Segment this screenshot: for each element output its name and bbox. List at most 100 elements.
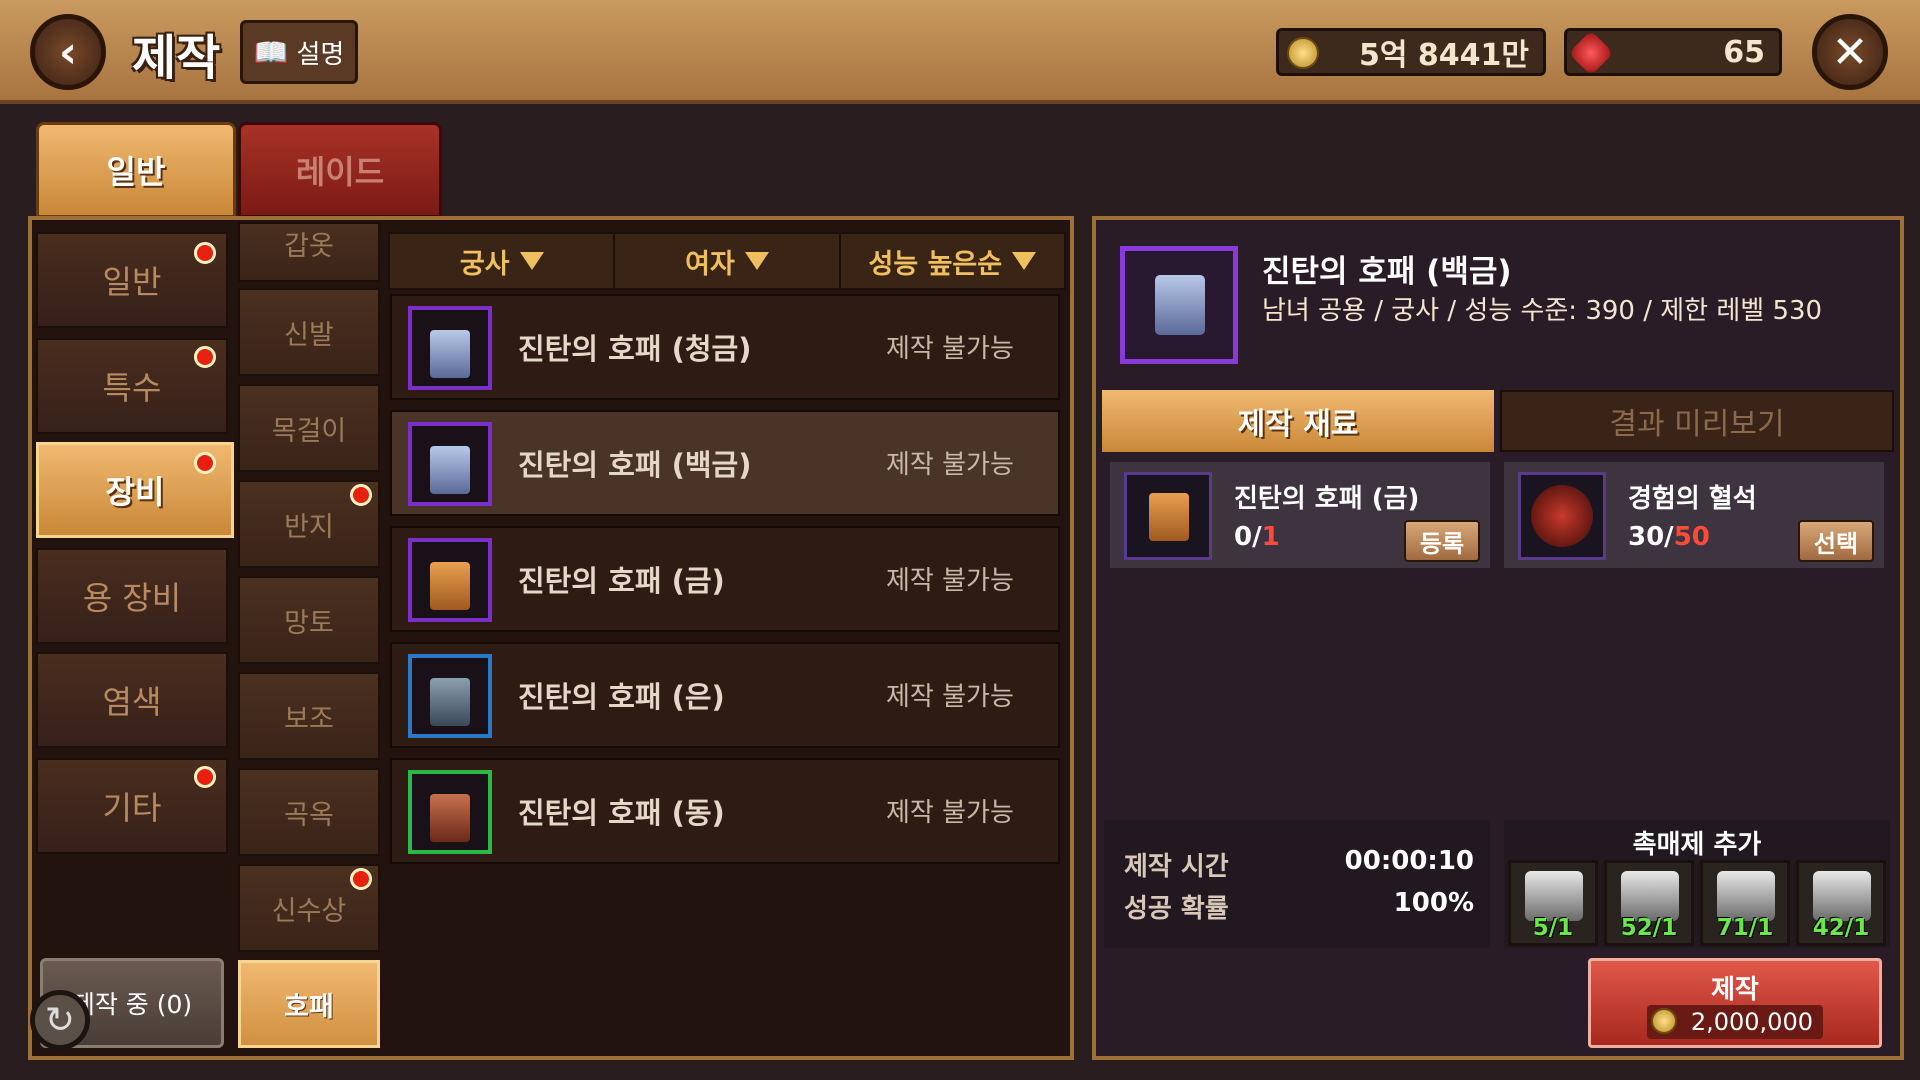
list-item[interactable]: 진탄의 호패 (청금) 제작 불가능 [390,294,1060,400]
success-rate-value: 100% [1393,888,1474,918]
dropdown-triangle-icon [1012,252,1037,270]
subcategory-hopae[interactable]: 호패 [238,960,380,1048]
tab-general[interactable]: 일반 [36,122,236,218]
subcategory-label: 목걸이 [271,415,347,447]
craft-time-value: 00:00:10 [1344,846,1474,876]
catalyst-slot[interactable]: 52/1 [1604,860,1694,946]
catalyst-icon [1621,871,1679,921]
craft-button[interactable]: 제작 2,000,000 [1588,958,1882,1048]
item-status: 제작 불가능 [886,682,1014,712]
item-status: 제작 불가능 [886,566,1014,596]
close-button[interactable]: ✕ [1812,14,1888,90]
category-label: 특수 [102,369,162,407]
item-name: 진탄의 호패 (금) [518,564,725,598]
material-count: 30/50 [1628,522,1710,552]
subcategory-label: 신발 [284,319,334,351]
subcategory-label: 곡옥 [284,799,334,831]
filter-label: 여자 [685,248,735,280]
item-name: 진탄의 호패 (백금) [518,448,752,482]
subcategory-label: 호패 [284,991,334,1023]
gold-display: 5억 8441만 [1276,28,1546,76]
register-button[interactable]: 등록 [1404,520,1480,562]
craft-info: 제작 시간 00:00:10 성공 확률 100% [1104,820,1490,948]
close-icon: ✕ [1831,26,1869,78]
subcategory-shoes[interactable]: 신발 [238,288,380,376]
catalyst-slot[interactable]: 42/1 [1796,860,1886,946]
category-label: 장비 [105,473,165,511]
select-button[interactable]: 선택 [1798,520,1874,562]
list-item[interactable]: 진탄의 호패 (동) 제작 불가능 [390,758,1060,864]
class-filter[interactable]: 궁사 [390,234,616,288]
subcategory-label: 반지 [284,511,334,543]
hopae-item-icon [408,654,492,738]
gem-display: 65 [1564,28,1782,76]
category-label: 일반 [102,263,162,301]
selected-item-name: 진탄의 호패 (백금) [1262,254,1512,290]
hopae-item-icon [408,422,492,506]
success-rate-label: 성공 확률 [1124,894,1229,924]
help-label: 설명 [296,39,345,70]
category-dragon-equipment[interactable]: 용 장비 [36,548,228,644]
subcategory-auxiliary[interactable]: 보조 [238,672,380,760]
gold-amount: 5억 8441만 [1358,38,1529,73]
refresh-icon[interactable]: ↻ [30,990,90,1050]
notification-dot [194,242,216,264]
gender-filter[interactable]: 여자 [615,234,841,288]
item-status: 제작 불가능 [886,334,1014,364]
sort-filter[interactable]: 성능 높은순 [841,234,1064,288]
category-dye[interactable]: 염색 [36,652,228,748]
category-label: 기타 [102,789,162,827]
subcategory-label: 망토 [284,607,334,639]
tab-raid[interactable]: 레이드 [238,122,442,218]
catalyst-slot[interactable]: 71/1 [1700,860,1790,946]
item-status: 제작 불가능 [886,798,1014,828]
subcategory-gogok[interactable]: 곡옥 [238,768,380,856]
catalyst-slot[interactable]: 5/1 [1508,860,1598,946]
subcategory-label: 신수상 [271,895,347,927]
craft-time-label: 제작 시간 [1124,852,1229,882]
subcategory-necklace[interactable]: 목걸이 [238,384,380,472]
list-item[interactable]: 진탄의 호패 (금) 제작 불가능 [390,526,1060,632]
notification-dot [194,452,216,474]
help-button[interactable]: 📖 설명 [240,20,358,84]
catalyst-icon [1717,871,1775,921]
selected-item-info: 남녀 공용 / 궁사 / 성능 수준: 390 / 제한 레벨 530 [1262,296,1823,326]
hopae-item-icon [408,538,492,622]
filter-label: 성능 높은순 [868,248,1003,280]
material-name: 경험의 혈석 [1628,484,1757,514]
subcategory-label: 보조 [284,703,334,735]
notification-dot [194,766,216,788]
dropdown-triangle-icon [519,252,544,270]
subcategory-armor[interactable]: 갑옷 [238,222,380,282]
craft-cost: 2,000,000 [1647,1005,1823,1039]
back-button[interactable]: ‹ [30,14,106,90]
gem-amount: 65 [1723,34,1765,70]
list-item[interactable]: 진탄의 호패 (은) 제작 불가능 [390,642,1060,748]
top-bar: ‹ 제작 📖 설명 5억 8441만 65 ✕ [0,0,1920,104]
notification-dot [194,346,216,368]
craft-label: 제작 [1711,975,1759,1005]
gem-icon [1568,30,1614,76]
tab-materials[interactable]: 제작 재료 [1102,390,1494,452]
category-label: 용 장비 [82,579,182,617]
catalyst-icon [1813,871,1871,921]
subcategory-cape[interactable]: 망토 [238,576,380,664]
subcategory-label: 갑옷 [284,231,334,262]
catalyst-count: 71/1 [1716,915,1774,941]
material-card: 진탄의 호패 (금) 0/1 등록 [1110,462,1490,568]
hopae-item-icon [408,770,492,854]
material-count: 0/1 [1234,522,1280,552]
item-name: 진탄의 호패 (동) [518,796,725,830]
blood-stone-icon [1518,472,1606,560]
tab-result-preview[interactable]: 결과 미리보기 [1500,390,1894,452]
hopae-material-icon [1124,472,1212,560]
notification-dot [350,484,372,506]
notification-dot [350,868,372,890]
material-name: 진탄의 호패 (금) [1234,484,1420,514]
catalyst-count: 5/1 [1532,915,1574,941]
coin-icon [1651,1008,1677,1034]
list-item[interactable]: 진탄의 호패 (백금) 제작 불가능 [390,410,1060,516]
filter-label: 궁사 [459,248,510,280]
catalyst-count: 42/1 [1812,915,1870,941]
selected-item-icon [1120,246,1238,364]
